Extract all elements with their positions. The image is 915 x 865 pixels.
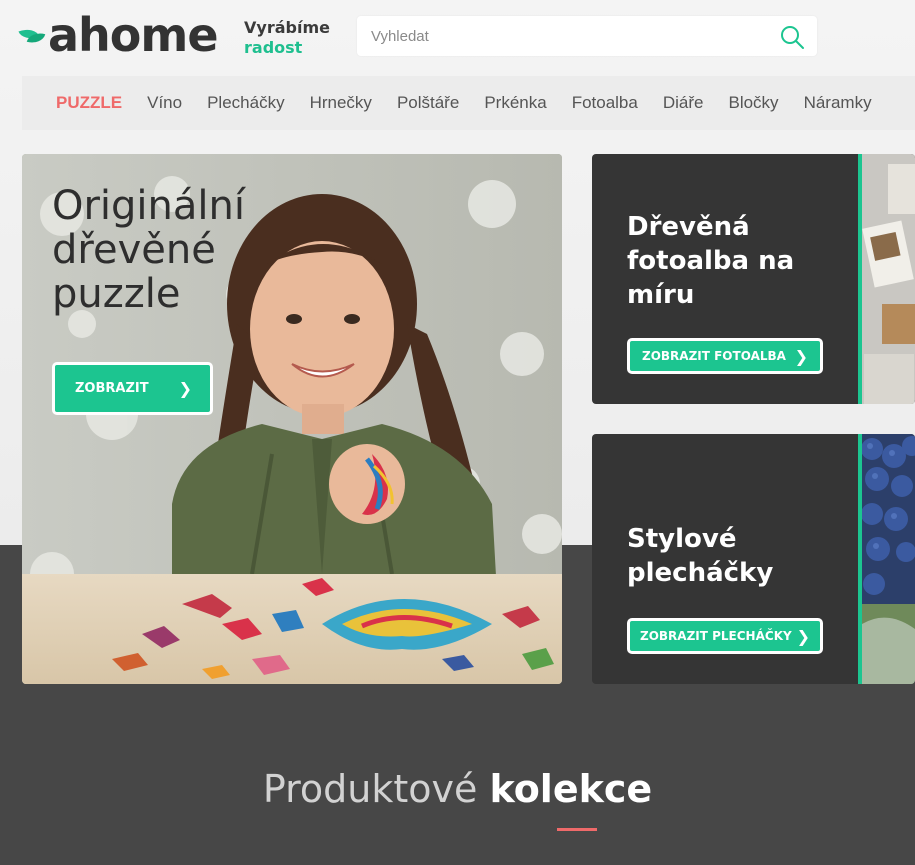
chevron-right-icon: ❯ — [796, 626, 810, 646]
main-navigation: PUZZLE Víno Plecháčky Hrnečky Polštáře Prkénk… — [22, 76, 915, 130]
search-icon[interactable] — [779, 24, 805, 50]
plechacky-photo — [862, 434, 915, 684]
nav-item-diáře[interactable]: Diáře — [663, 93, 704, 113]
slogan-line-1: Vyrábíme — [244, 18, 330, 37]
nav-item-puzzle[interactable]: PUZZLE — [56, 93, 122, 113]
nav-item-bločky[interactable]: Bločky — [728, 93, 778, 113]
nav-item-fotoalba[interactable]: Fotoalba — [572, 93, 638, 113]
nav-item-polštáře[interactable]: Polštáře — [397, 93, 459, 113]
show-fotoalba-button[interactable]: ZOBRAZIT FOTOALBA ❯ — [627, 338, 823, 374]
section-title-bold: kolekce — [489, 767, 653, 811]
show-plechacky-button[interactable]: ZOBRAZIT PLECHÁČKY ❯ — [627, 618, 823, 654]
logo[interactable]: ahome — [18, 8, 219, 62]
hero-title: Originální dřevěné puzzle — [52, 183, 245, 317]
promo-card-title: Dřevěná fotoalba na míru — [627, 212, 795, 310]
chevron-right-icon: ❯ — [178, 379, 192, 398]
search-bar — [357, 16, 817, 56]
logo-text: ahome — [48, 8, 219, 62]
search-input[interactable] — [357, 16, 785, 56]
button-label: ZOBRAZIT PLECHÁČKY — [640, 629, 792, 643]
nav-item-prkénka[interactable]: Prkénka — [484, 93, 546, 113]
nav-item-náramky[interactable]: Náramky — [804, 93, 872, 113]
section-divider — [557, 828, 597, 831]
nav-item-hrnečky[interactable]: Hrnečky — [310, 93, 372, 113]
button-label: ZOBRAZIT FOTOALBA — [642, 349, 786, 363]
nav-item-víno[interactable]: Víno — [147, 93, 182, 113]
promo-card-fotoalba[interactable]: Dřevěná fotoalba na míru ZOBRAZIT FOTOAL… — [592, 154, 915, 404]
section-title: Produktové kolekce — [0, 764, 915, 814]
promo-card-title: Stylové plecháčky — [627, 524, 774, 588]
slogan-line-2: radost — [244, 38, 303, 57]
hero-banner[interactable]: Originální dřevěné puzzle ZOBRAZIT ❯ — [22, 154, 562, 684]
logo-leaf-icon — [18, 22, 46, 48]
chevron-right-icon: ❯ — [794, 346, 808, 366]
slogan: Vyrábíme radost — [244, 18, 330, 58]
nav-item-plecháčky[interactable]: Plecháčky — [207, 93, 284, 113]
hero-show-button[interactable]: ZOBRAZIT ❯ — [52, 362, 213, 415]
promo-card-plechacky[interactable]: Stylové plecháčky ZOBRAZIT PLECHÁČKY ❯ — [592, 434, 915, 684]
fotoalba-photo — [862, 154, 915, 404]
section-title-light: Produktové — [262, 767, 478, 811]
hero-button-label: ZOBRAZIT — [75, 381, 149, 396]
